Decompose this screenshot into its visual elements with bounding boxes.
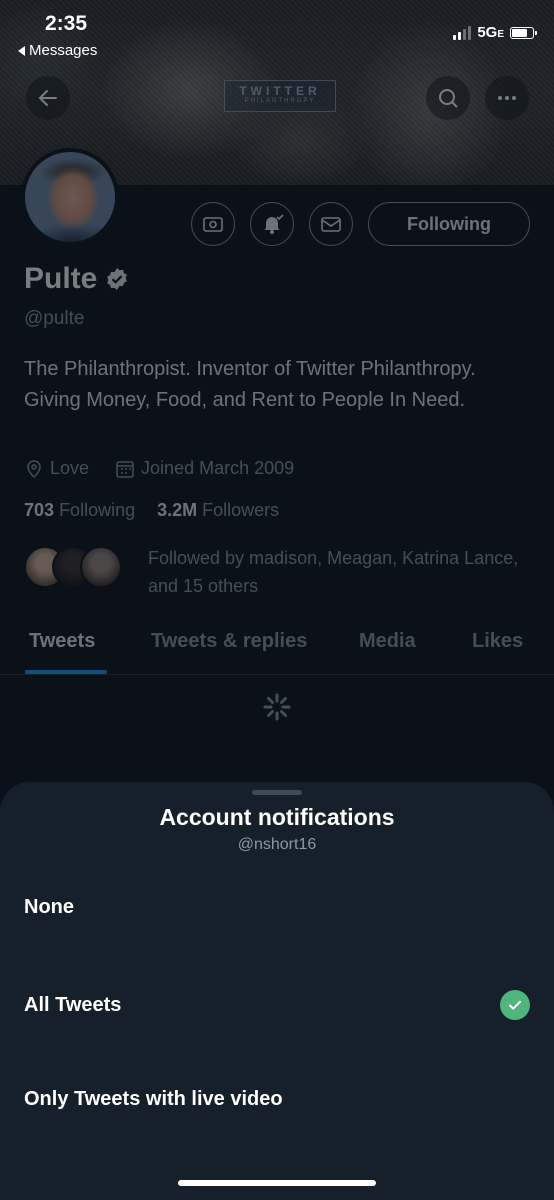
search-button[interactable] (426, 76, 470, 120)
network-type: 5GE (477, 24, 504, 41)
following-button[interactable]: Following (368, 202, 530, 246)
tab-likes[interactable]: Likes (472, 630, 523, 653)
option-label: Only Tweets with live video (24, 1088, 283, 1110)
back-button[interactable] (26, 76, 70, 120)
profile-meta: Love Joined March 2009 (24, 458, 294, 479)
active-tab-indicator (25, 670, 107, 674)
signal-icon (453, 25, 472, 40)
money-icon (203, 217, 223, 232)
battery-icon (510, 26, 537, 39)
calendar-icon (116, 460, 134, 478)
profile-avatar[interactable] (21, 148, 119, 246)
more-dots-icon (498, 96, 516, 100)
back-to-messages-link[interactable]: Messages (18, 42, 97, 59)
option-all-tweets[interactable]: All Tweets (24, 990, 530, 1020)
followed-by-avatars[interactable] (24, 546, 122, 588)
profile-name-row: Pulte (24, 262, 129, 296)
arrow-left-icon (38, 90, 57, 106)
verified-badge-icon (107, 268, 128, 290)
status-time: 2:35 (45, 12, 88, 35)
profile-name: Pulte (24, 262, 98, 295)
sheet-title: Account notifications (159, 804, 395, 830)
followers-count-link[interactable]: 3.2M Followers (157, 500, 279, 521)
envelope-icon (321, 217, 341, 232)
search-icon (439, 89, 458, 108)
profile-tabs: Tweets Tweets & replies Media Likes (0, 624, 554, 675)
avatar (80, 546, 122, 588)
tip-button[interactable] (191, 202, 235, 246)
bell-check-icon (264, 214, 284, 234)
profile-joined: Joined March 2009 (141, 458, 295, 478)
location-pin-icon (27, 459, 41, 478)
more-button[interactable] (485, 76, 529, 120)
checkmark-icon (500, 990, 530, 1020)
sheet-grabber[interactable] (252, 790, 302, 795)
tab-tweets-replies[interactable]: Tweets & replies (151, 630, 307, 653)
status-indicators: 5GE (453, 24, 537, 41)
option-none[interactable]: None (24, 896, 530, 919)
sheet-subtitle: @nshort16 (237, 836, 317, 853)
loading-spinner-icon (263, 693, 291, 721)
tab-tweets[interactable]: Tweets (29, 630, 95, 653)
option-label: None (24, 896, 74, 918)
profile-location: Love (50, 458, 90, 478)
back-to-messages-label: Messages (29, 42, 98, 59)
profile-handle: @pulte (24, 308, 85, 329)
notifications-button[interactable] (250, 202, 294, 246)
tab-media[interactable]: Media (359, 630, 416, 653)
profile-bio: The Philanthropist. Inventor of Twitter … (24, 358, 476, 411)
option-live-video[interactable]: Only Tweets with live video (24, 1088, 530, 1111)
followed-by-text[interactable]: Followed by madison, Meagan, Katrina Lan… (148, 544, 528, 600)
back-triangle-icon (18, 45, 25, 56)
message-button[interactable] (309, 202, 353, 246)
follow-counts: 703 Following 3.2M Followers (24, 500, 279, 521)
following-count-link[interactable]: 703 Following (24, 500, 135, 521)
banner-logo: TWITTER PHILANTHROPY (224, 80, 336, 112)
home-indicator[interactable] (178, 1180, 376, 1186)
option-label: All Tweets (24, 993, 122, 1016)
